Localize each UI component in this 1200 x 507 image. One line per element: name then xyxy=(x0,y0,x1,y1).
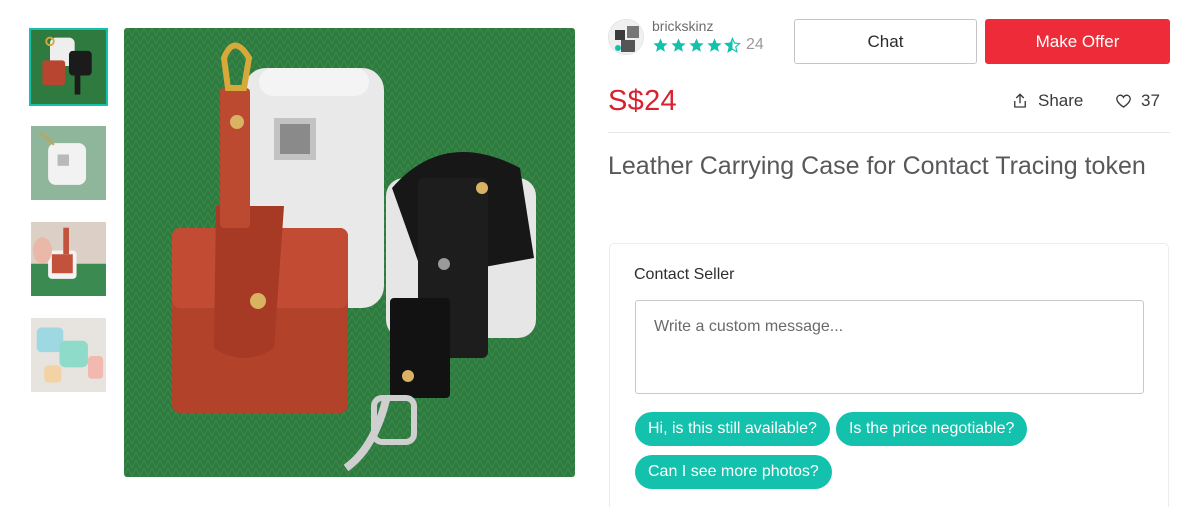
thumbnail-4[interactable] xyxy=(29,316,108,394)
contact-seller-heading: Contact Seller xyxy=(634,266,735,283)
seller-info[interactable]: brickskinz 24 xyxy=(608,17,788,61)
chat-button[interactable]: Chat xyxy=(794,19,977,64)
heart-icon xyxy=(1116,94,1131,108)
share-label: Share xyxy=(1038,91,1084,110)
product-thumbnail-image xyxy=(31,318,106,392)
share-button[interactable]: Share xyxy=(1011,91,1083,111)
quick-replies: Hi, is this still available? Is the price… xyxy=(635,412,1155,498)
product-thumbnail-image xyxy=(31,30,106,104)
product-thumbnail-image xyxy=(31,222,106,296)
product-thumbnail-image xyxy=(31,126,106,200)
main-product-image[interactable] xyxy=(124,28,575,477)
quick-reply-chip[interactable]: Hi, is this still available? xyxy=(635,412,830,446)
rating-count: 24 xyxy=(746,36,764,53)
message-input[interactable] xyxy=(635,300,1144,394)
thumbnail-strip xyxy=(29,28,108,412)
seller-name[interactable]: brickskinz xyxy=(652,18,713,34)
make-offer-button[interactable]: Make Offer xyxy=(985,19,1170,64)
thumbnail-1[interactable] xyxy=(29,28,108,106)
like-count: 37 xyxy=(1141,91,1160,110)
star-half-icon xyxy=(724,36,741,53)
star-full-icon xyxy=(671,37,686,52)
listing-price: S$24 xyxy=(608,85,677,117)
contact-seller-card: Contact Seller Hi, is this still availab… xyxy=(609,243,1169,507)
quick-reply-chip[interactable]: Can I see more photos? xyxy=(635,455,832,489)
avatar-image xyxy=(609,20,643,54)
seller-rating: 24 xyxy=(652,36,764,54)
star-full-icon xyxy=(653,37,668,52)
star-full-icon xyxy=(707,37,722,52)
divider xyxy=(608,132,1170,133)
listing-title: Leather Carrying Case for Contact Tracin… xyxy=(608,152,1146,180)
product-photo xyxy=(124,28,575,477)
thumbnail-3[interactable] xyxy=(29,220,108,298)
thumbnail-2[interactable] xyxy=(29,124,108,202)
share-icon xyxy=(1014,93,1026,108)
quick-reply-chip[interactable]: Is the price negotiable? xyxy=(835,412,1028,446)
like-button[interactable]: 37 xyxy=(1114,91,1160,111)
seller-avatar[interactable] xyxy=(608,19,644,55)
star-full-icon xyxy=(689,37,704,52)
